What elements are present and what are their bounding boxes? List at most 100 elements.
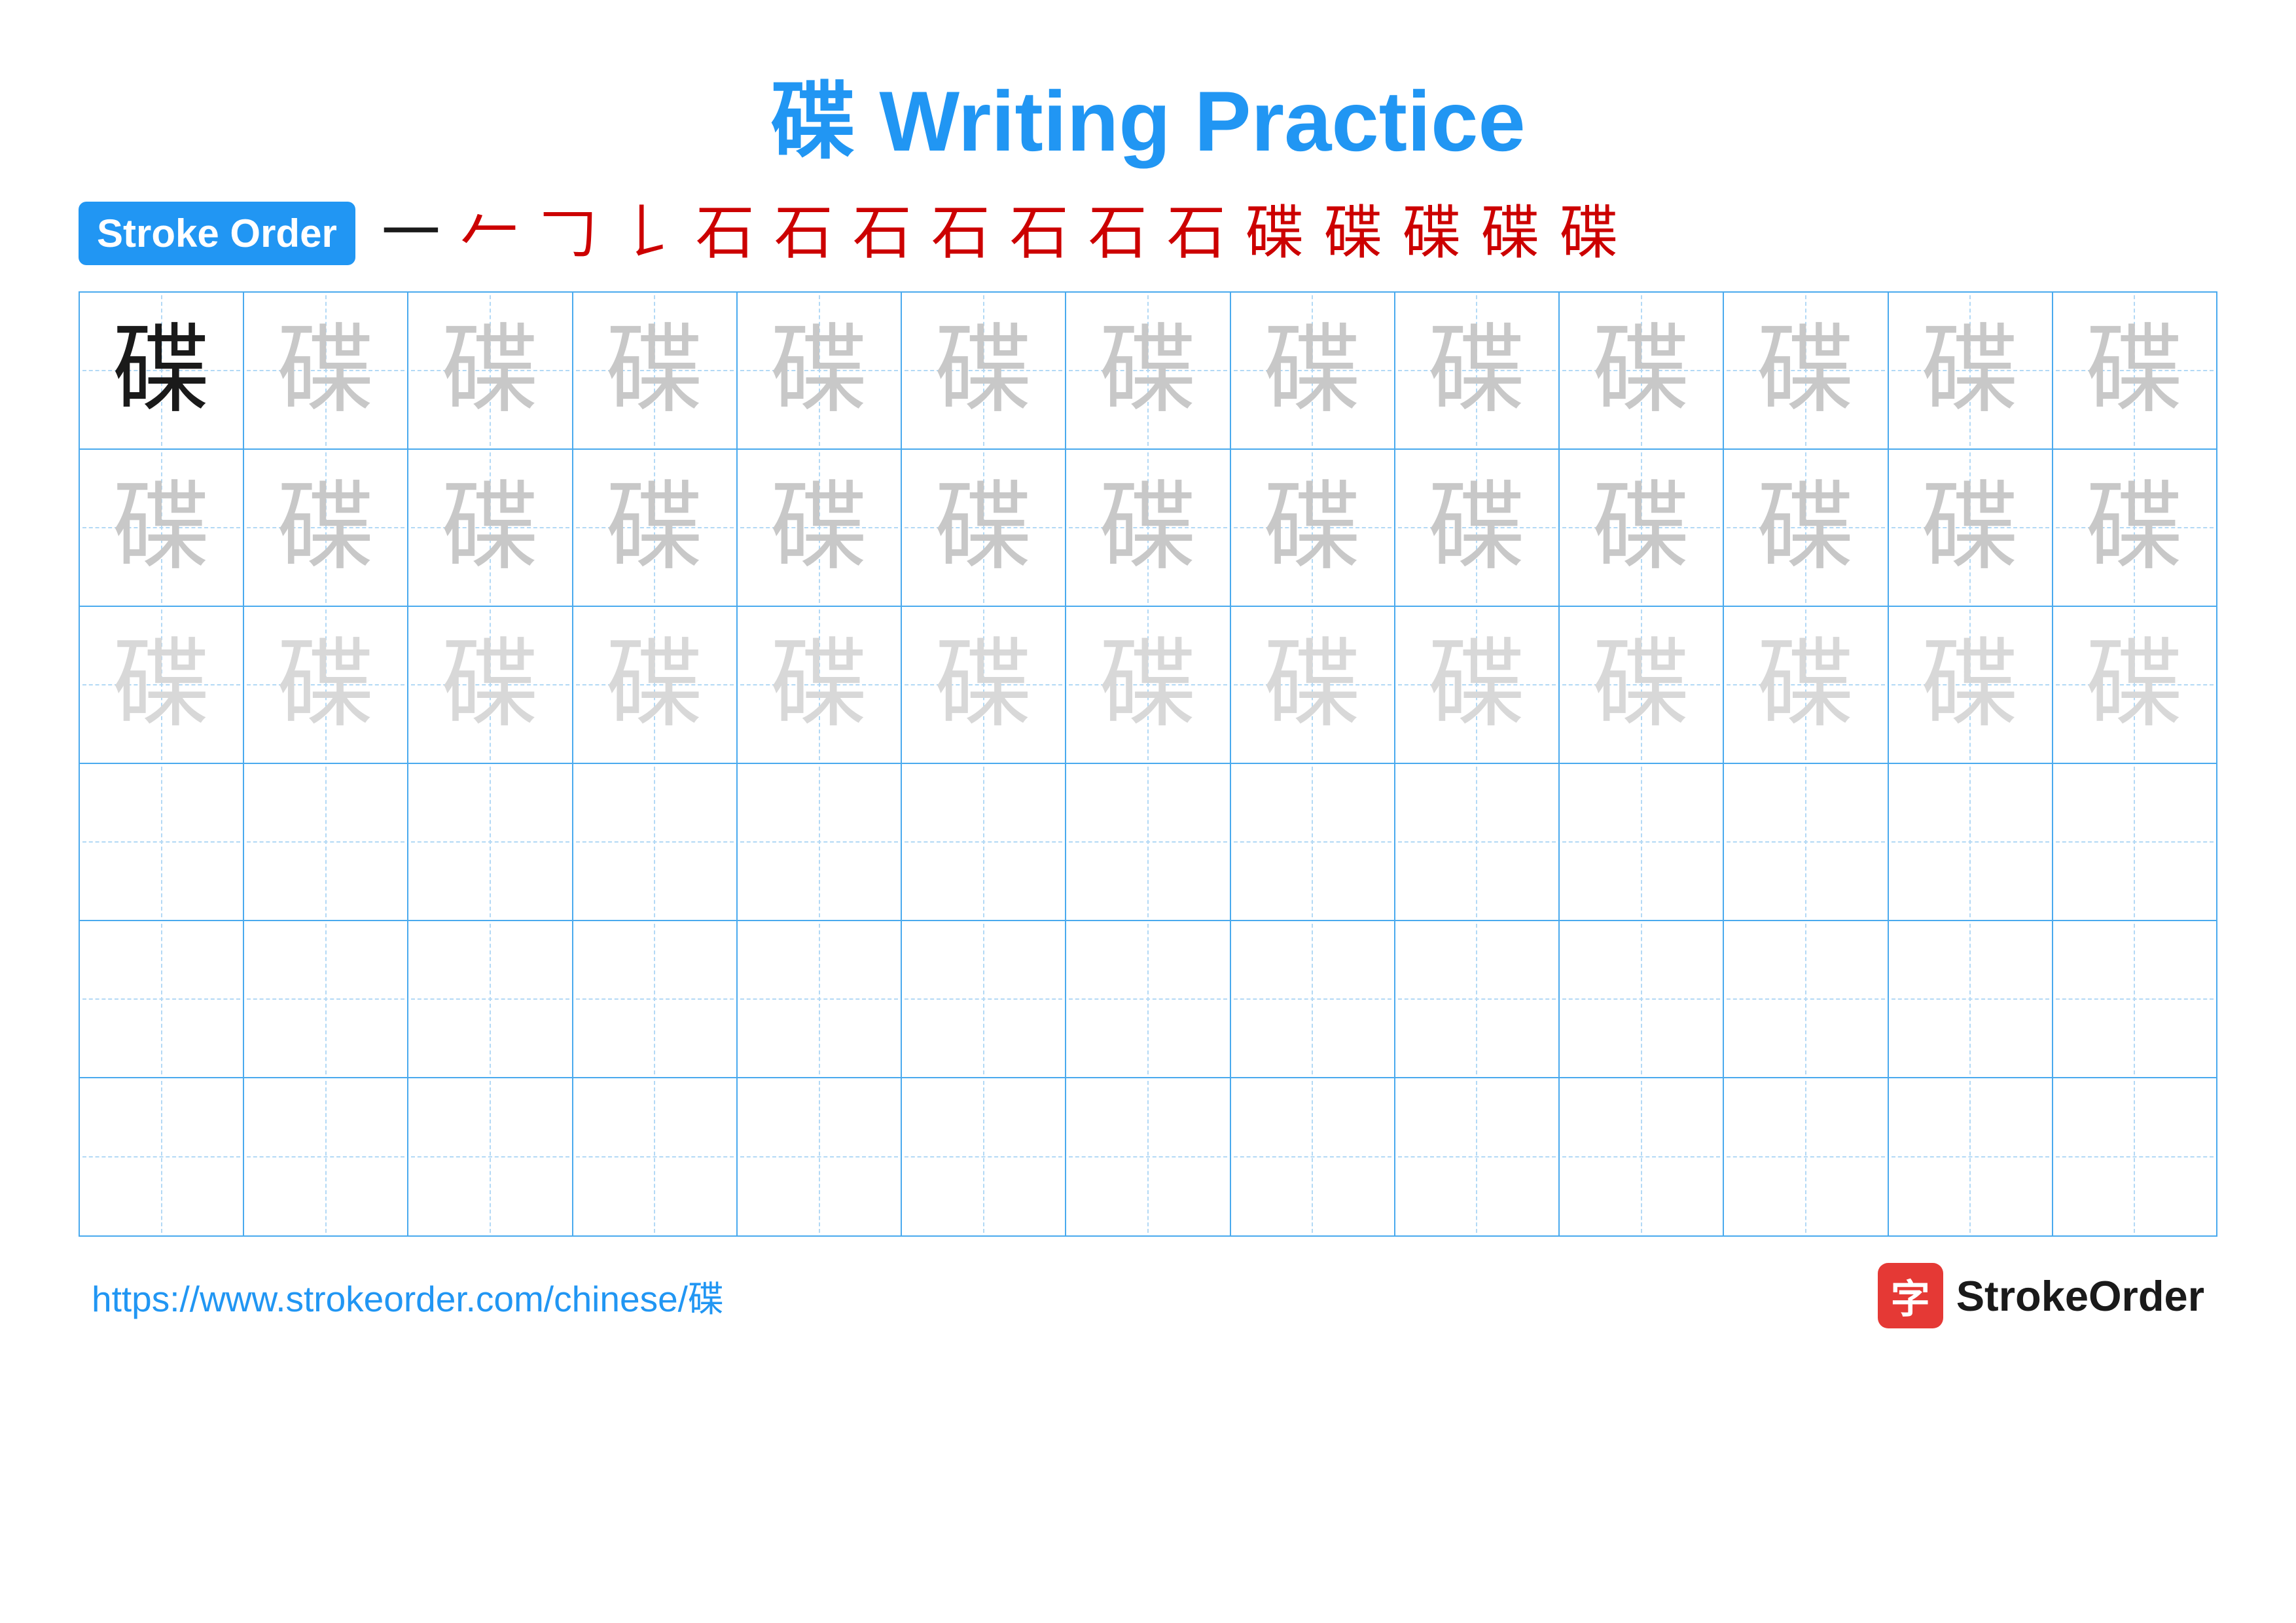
cell-2-1[interactable]: 碟 xyxy=(80,450,244,606)
cell-3-1[interactable]: 碟 xyxy=(80,607,244,763)
cell-5-7[interactable] xyxy=(1066,921,1230,1077)
cell-3-9[interactable]: 碟 xyxy=(1395,607,1560,763)
cell-4-12[interactable] xyxy=(1889,764,2053,920)
cell-6-9[interactable] xyxy=(1395,1078,1560,1235)
cell-1-10[interactable]: 碟 xyxy=(1560,293,1724,448)
char-display: 碟 xyxy=(1921,321,2019,420)
stroke-6: 石 xyxy=(774,204,833,263)
cell-1-2[interactable]: 碟 xyxy=(244,293,408,448)
cell-4-11[interactable] xyxy=(1724,764,1888,920)
cell-5-10[interactable] xyxy=(1560,921,1724,1077)
cell-3-4[interactable]: 碟 xyxy=(573,607,738,763)
cell-3-11[interactable]: 碟 xyxy=(1724,607,1888,763)
cell-2-5[interactable]: 碟 xyxy=(738,450,902,606)
cell-6-10[interactable] xyxy=(1560,1078,1724,1235)
cell-4-4[interactable] xyxy=(573,764,738,920)
cell-2-2[interactable]: 碟 xyxy=(244,450,408,606)
char-display: 碟 xyxy=(1592,321,1691,420)
char-display: 碟 xyxy=(1757,321,1855,420)
cell-5-2[interactable] xyxy=(244,921,408,1077)
cell-1-4[interactable]: 碟 xyxy=(573,293,738,448)
char-display: 碟 xyxy=(1592,479,1691,577)
char-display: 碟 xyxy=(1427,636,1526,734)
cell-4-8[interactable] xyxy=(1231,764,1395,920)
char-display: 碟 xyxy=(1263,321,1361,420)
cell-1-9[interactable]: 碟 xyxy=(1395,293,1560,448)
cell-6-12[interactable] xyxy=(1889,1078,2053,1235)
cell-2-8[interactable]: 碟 xyxy=(1231,450,1395,606)
cell-1-5[interactable]: 碟 xyxy=(738,293,902,448)
cell-6-13[interactable] xyxy=(2053,1078,2216,1235)
cell-2-6[interactable]: 碟 xyxy=(902,450,1066,606)
cell-3-3[interactable]: 碟 xyxy=(408,607,573,763)
char-display: 碟 xyxy=(935,321,1033,420)
cell-2-11[interactable]: 碟 xyxy=(1724,450,1888,606)
cell-1-11[interactable]: 碟 xyxy=(1724,293,1888,448)
grid-row-6 xyxy=(80,1078,2216,1235)
stroke-order-badge: Stroke Order xyxy=(79,202,355,265)
cell-1-1[interactable]: 碟 xyxy=(80,293,244,448)
cell-4-10[interactable] xyxy=(1560,764,1724,920)
cell-2-13[interactable]: 碟 xyxy=(2053,450,2216,606)
cell-1-3[interactable]: 碟 xyxy=(408,293,573,448)
cell-6-3[interactable] xyxy=(408,1078,573,1235)
cell-4-1[interactable] xyxy=(80,764,244,920)
cell-6-5[interactable] xyxy=(738,1078,902,1235)
cell-4-13[interactable] xyxy=(2053,764,2216,920)
cell-1-8[interactable]: 碟 xyxy=(1231,293,1395,448)
cell-5-4[interactable] xyxy=(573,921,738,1077)
cell-1-13[interactable]: 碟 xyxy=(2053,293,2216,448)
cell-1-7[interactable]: 碟 xyxy=(1066,293,1230,448)
cell-4-3[interactable] xyxy=(408,764,573,920)
cell-2-10[interactable]: 碟 xyxy=(1560,450,1724,606)
cell-1-12[interactable]: 碟 xyxy=(1889,293,2053,448)
char-display: 碟 xyxy=(113,479,211,577)
cell-5-6[interactable] xyxy=(902,921,1066,1077)
cell-3-13[interactable]: 碟 xyxy=(2053,607,2216,763)
cell-5-9[interactable] xyxy=(1395,921,1560,1077)
cell-6-8[interactable] xyxy=(1231,1078,1395,1235)
char-display: 碟 xyxy=(1263,479,1361,577)
cell-6-7[interactable] xyxy=(1066,1078,1230,1235)
cell-6-4[interactable] xyxy=(573,1078,738,1235)
cell-5-1[interactable] xyxy=(80,921,244,1077)
char-display: 碟 xyxy=(441,636,539,734)
cell-3-12[interactable]: 碟 xyxy=(1889,607,2053,763)
cell-3-5[interactable]: 碟 xyxy=(738,607,902,763)
cell-4-5[interactable] xyxy=(738,764,902,920)
stroke-1: 一 xyxy=(382,204,440,263)
cell-3-7[interactable]: 碟 xyxy=(1066,607,1230,763)
cell-2-3[interactable]: 碟 xyxy=(408,450,573,606)
cell-6-11[interactable] xyxy=(1724,1078,1888,1235)
footer-url[interactable]: https://www.strokeorder.com/chinese/碟 xyxy=(92,1269,724,1322)
cell-2-9[interactable]: 碟 xyxy=(1395,450,1560,606)
cell-2-12[interactable]: 碟 xyxy=(1889,450,2053,606)
cell-3-10[interactable]: 碟 xyxy=(1560,607,1724,763)
cell-5-11[interactable] xyxy=(1724,921,1888,1077)
cell-5-3[interactable] xyxy=(408,921,573,1077)
stroke-13: 碟 xyxy=(1324,204,1383,263)
cell-3-6[interactable]: 碟 xyxy=(902,607,1066,763)
cell-4-7[interactable] xyxy=(1066,764,1230,920)
cell-4-6[interactable] xyxy=(902,764,1066,920)
cell-1-6[interactable]: 碟 xyxy=(902,293,1066,448)
cell-2-7[interactable]: 碟 xyxy=(1066,450,1230,606)
char-display: 碟 xyxy=(605,479,704,577)
cell-3-8[interactable]: 碟 xyxy=(1231,607,1395,763)
page-title: 碟 Writing Practice xyxy=(770,52,1525,175)
char-display: 碟 xyxy=(1099,479,1197,577)
cell-2-4[interactable]: 碟 xyxy=(573,450,738,606)
stroke-16: 碟 xyxy=(1560,204,1619,263)
cell-6-6[interactable] xyxy=(902,1078,1066,1235)
cell-5-12[interactable] xyxy=(1889,921,2053,1077)
char-display: 碟 xyxy=(1592,636,1691,734)
cell-4-2[interactable] xyxy=(244,764,408,920)
cell-5-8[interactable] xyxy=(1231,921,1395,1077)
cell-6-1[interactable] xyxy=(80,1078,244,1235)
cell-5-5[interactable] xyxy=(738,921,902,1077)
cell-3-2[interactable]: 碟 xyxy=(244,607,408,763)
cell-4-9[interactable] xyxy=(1395,764,1560,920)
cell-6-2[interactable] xyxy=(244,1078,408,1235)
cell-5-13[interactable] xyxy=(2053,921,2216,1077)
strokeorder-logo-text: StrokeOrder xyxy=(1956,1271,2204,1321)
